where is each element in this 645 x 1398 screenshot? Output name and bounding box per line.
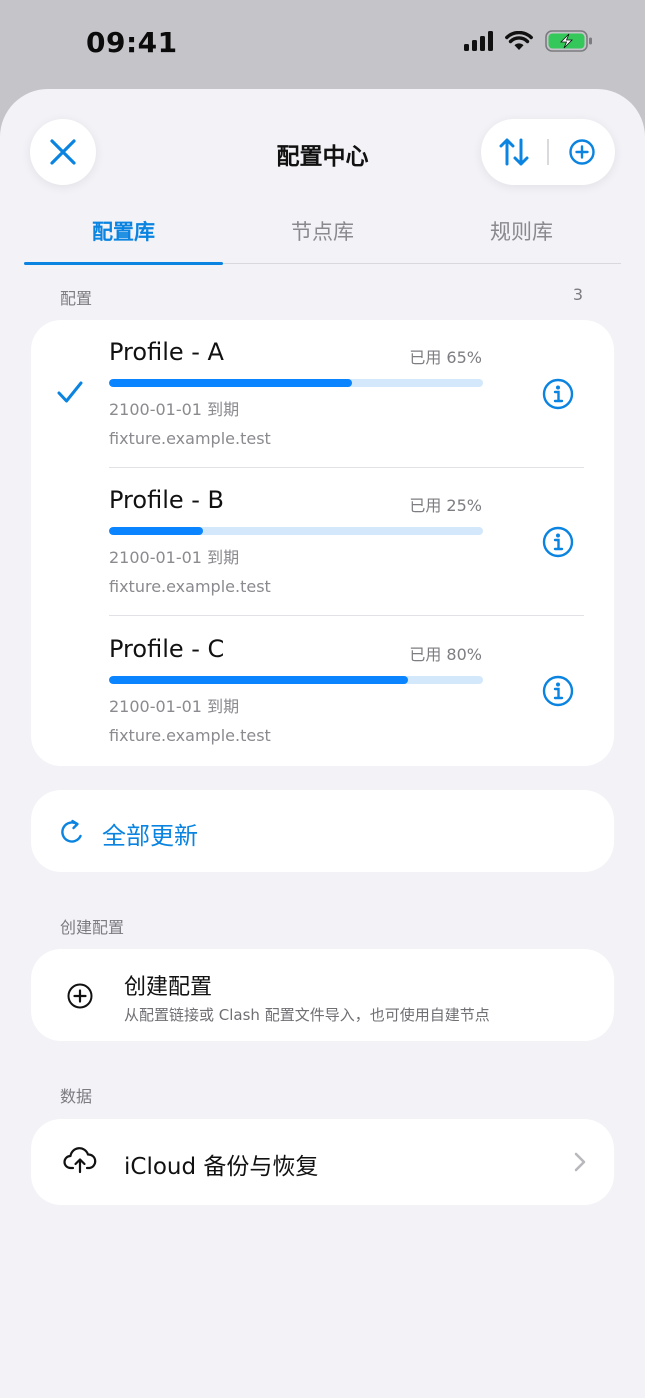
profile-expiry: 2100-01-01 到期 (109, 400, 240, 419)
profiles-count: 3 (572, 285, 583, 304)
info-icon[interactable] (542, 378, 574, 410)
profile-host: fixture.example.test (109, 577, 271, 596)
profile-usage: 已用 25% (409, 496, 482, 515)
usage-bar (109, 379, 483, 387)
profiles-section-label: 配置 (60, 289, 93, 308)
create-profile-row[interactable]: 创建配置 从配置链接或 Clash 配置文件导入，也可使用自建节点 (31, 949, 614, 1041)
profile-host: fixture.example.test (109, 726, 271, 745)
profile-name: Profile - B (109, 486, 225, 514)
update-all-label: 全部更新 (102, 822, 198, 850)
header-actions (481, 119, 615, 185)
profile-row[interactable]: Profile - C 已用 80% 2100-01-01 到期 fixture… (31, 617, 614, 765)
sort-icon (499, 138, 529, 166)
profile-name: Profile - A (109, 338, 224, 366)
data-section-label: 数据 (60, 1087, 93, 1106)
profile-expiry: 2100-01-01 到期 (109, 548, 240, 567)
usage-bar-fill (109, 676, 409, 684)
profiles-card: Profile - A 已用 65% 2100-01-01 到期 fixture… (31, 320, 614, 766)
plus-circle-icon (67, 983, 93, 1009)
info-icon[interactable] (542, 675, 574, 707)
profile-usage: 已用 80% (409, 645, 482, 664)
create-section-label: 创建配置 (60, 918, 125, 937)
profile-row[interactable]: Profile - B 已用 25% 2100-01-01 到期 fixture… (31, 468, 614, 616)
refresh-icon (61, 819, 82, 843)
cellular-signal-icon (464, 31, 493, 51)
chevron-right-icon (574, 1152, 586, 1172)
checkmark-icon (57, 381, 83, 403)
status-bar: 09:41 (0, 0, 645, 90)
usage-bar-fill (109, 379, 353, 387)
tab-bar: 配置库 节点库 规则库 (24, 213, 621, 265)
status-icons (464, 30, 593, 52)
config-center-sheet: 配置中心 配置库 节点库 规则库 配置 3 Profile - A 已用 65%… (0, 89, 645, 1398)
usage-bar (109, 676, 483, 684)
usage-bar-fill (109, 527, 203, 535)
create-profile-title: 创建配置 (124, 975, 213, 1000)
update-all-button[interactable]: 全部更新 (31, 790, 614, 872)
cloud-upload-icon (63, 1147, 97, 1174)
profile-usage: 已用 65% (409, 348, 482, 367)
add-profile-button[interactable] (551, 119, 613, 185)
tab-profiles[interactable]: 配置库 (24, 213, 223, 265)
profile-host: fixture.example.test (109, 429, 271, 448)
profile-name: Profile - C (109, 635, 225, 663)
usage-bar (109, 527, 483, 535)
battery-charging-icon (545, 30, 592, 52)
status-time: 09:41 (86, 26, 178, 59)
create-profile-subtitle: 从配置链接或 Clash 配置文件导入，也可使用自建节点 (124, 1006, 490, 1024)
sort-button[interactable] (483, 119, 545, 185)
info-icon[interactable] (542, 526, 574, 558)
row-separator (109, 615, 584, 616)
profile-expiry: 2100-01-01 到期 (109, 697, 240, 716)
icloud-backup-row[interactable]: iCloud 备份与恢复 (31, 1119, 614, 1205)
profile-row[interactable]: Profile - A 已用 65% 2100-01-01 到期 fixture… (31, 320, 614, 468)
icloud-backup-label: iCloud 备份与恢复 (124, 1154, 319, 1180)
tab-rules[interactable]: 规则库 (422, 213, 621, 263)
header-actions-divider (547, 139, 549, 165)
wifi-icon (505, 31, 533, 50)
tab-nodes[interactable]: 节点库 (223, 213, 422, 263)
add-circle-icon (569, 139, 595, 165)
